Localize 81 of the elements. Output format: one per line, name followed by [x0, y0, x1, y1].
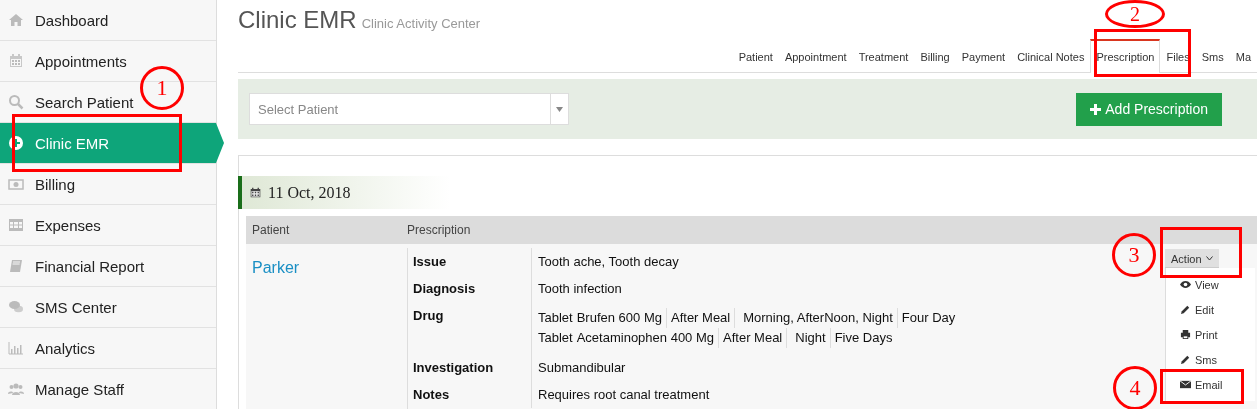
date-text: 11 Oct, 2018: [268, 183, 351, 202]
menu-item[interactable]: Email: [1166, 372, 1255, 397]
sidebar-label: Clinic EMR: [35, 134, 110, 152]
field-value: Tooth infection: [538, 281, 622, 296]
tab[interactable]: Sms: [1195, 50, 1230, 72]
tab[interactable]: Ma: [1229, 50, 1257, 72]
field-label: Diagnosis: [413, 281, 476, 296]
tab[interactable]: Payment: [955, 50, 1012, 72]
patient-select[interactable]: Select Patient: [249, 93, 569, 125]
tab[interactable]: Appointment: [778, 50, 853, 72]
sidebar-label: Analytics: [35, 339, 96, 357]
chart-icon: [8, 340, 24, 356]
field-value: Submandibular: [538, 360, 626, 375]
drug-form: Tablet: [538, 329, 574, 347]
drug-detail: After Meal: [718, 328, 787, 348]
tab[interactable]: Prescription: [1090, 39, 1161, 73]
tab[interactable]: Billing: [914, 50, 956, 72]
sidebar-label: Search Patient: [35, 93, 134, 111]
drug-name: Brufen 600 Mg: [576, 309, 663, 327]
sidebar-label: Financial Report: [35, 257, 145, 275]
sidebar-item[interactable]: SMS Center: [0, 287, 216, 328]
printer-icon: [1180, 329, 1191, 340]
field-label: Notes: [413, 387, 450, 402]
sidebar-label: Manage Staff: [35, 380, 124, 398]
sidebar-label: Billing: [35, 175, 76, 193]
table-icon: [8, 217, 24, 233]
drug-detail: Five Days: [829, 328, 897, 348]
drug-detail: Morning, AfterNoon, Night: [734, 308, 897, 328]
home-icon: [8, 12, 24, 28]
annotation-number: 3: [1112, 233, 1156, 277]
field-label: Issue: [413, 254, 447, 269]
annotation-number: 2: [1105, 0, 1165, 28]
menu-item[interactable]: Print: [1166, 322, 1255, 347]
plus-icon: [8, 135, 24, 151]
sidebar-label: Appointments: [35, 52, 127, 70]
drug-form: Tablet: [538, 309, 574, 327]
action-button[interactable]: Action: [1165, 249, 1219, 268]
column-header: Prescription: [407, 223, 471, 237]
menu-item[interactable]: Edit: [1166, 297, 1255, 322]
money-icon: [8, 176, 24, 192]
users-icon: [8, 381, 24, 397]
drug-detail: Four Day: [896, 308, 960, 328]
caret-icon: [556, 106, 563, 112]
calendar-icon: [8, 53, 24, 69]
menu-item[interactable]: View: [1166, 272, 1255, 297]
sidebar-label: Expenses: [35, 216, 101, 234]
field-value: Requires root canal treatment: [538, 387, 710, 402]
drug-name: Acetaminophen 400 Mg: [576, 329, 715, 347]
page-subtitle: Clinic Activity Center: [361, 16, 481, 31]
pencil-icon: [1180, 304, 1191, 315]
sidebar-item[interactable]: Dashboard: [0, 0, 216, 41]
sidebar-item[interactable]: Financial Report: [0, 246, 216, 287]
field-label: Investigation: [413, 360, 494, 375]
tab[interactable]: Treatment: [852, 50, 915, 72]
calendar-icon: [250, 187, 261, 198]
mail-icon: [1180, 379, 1191, 390]
chat-icon: [8, 299, 24, 315]
annotation-number: 1: [140, 66, 184, 110]
pencil-icon: [1180, 354, 1191, 365]
sidebar-item[interactable]: Expenses: [0, 205, 216, 246]
menu-item[interactable]: Sms: [1166, 347, 1255, 372]
drug-detail: After Meal: [666, 308, 735, 328]
field-label: Drug: [413, 308, 444, 323]
sidebar-item[interactable]: Analytics: [0, 328, 216, 369]
tab[interactable]: Clinical Notes: [1011, 50, 1091, 72]
tab[interactable]: Patient: [732, 50, 779, 72]
sidebar-item[interactable]: Billing: [0, 164, 216, 205]
annotation-number: 4: [1113, 366, 1157, 409]
sidebar-item[interactable]: Appointments: [0, 41, 216, 82]
sidebar-label: Dashboard: [35, 11, 109, 29]
sidebar-item[interactable]: Manage Staff: [0, 369, 216, 409]
chevron-icon: [1205, 256, 1213, 261]
field-value: Tooth ache, Tooth decay: [538, 254, 679, 269]
eye-icon: [1180, 279, 1191, 290]
search-icon: [8, 94, 24, 110]
drug-detail: Night: [786, 328, 830, 348]
book-icon: [8, 258, 24, 274]
sidebar-label: SMS Center: [35, 298, 117, 316]
column-header: Patient: [251, 223, 291, 237]
page-title: Clinic EMR: [238, 6, 357, 34]
plus-icon: [1090, 103, 1102, 115]
